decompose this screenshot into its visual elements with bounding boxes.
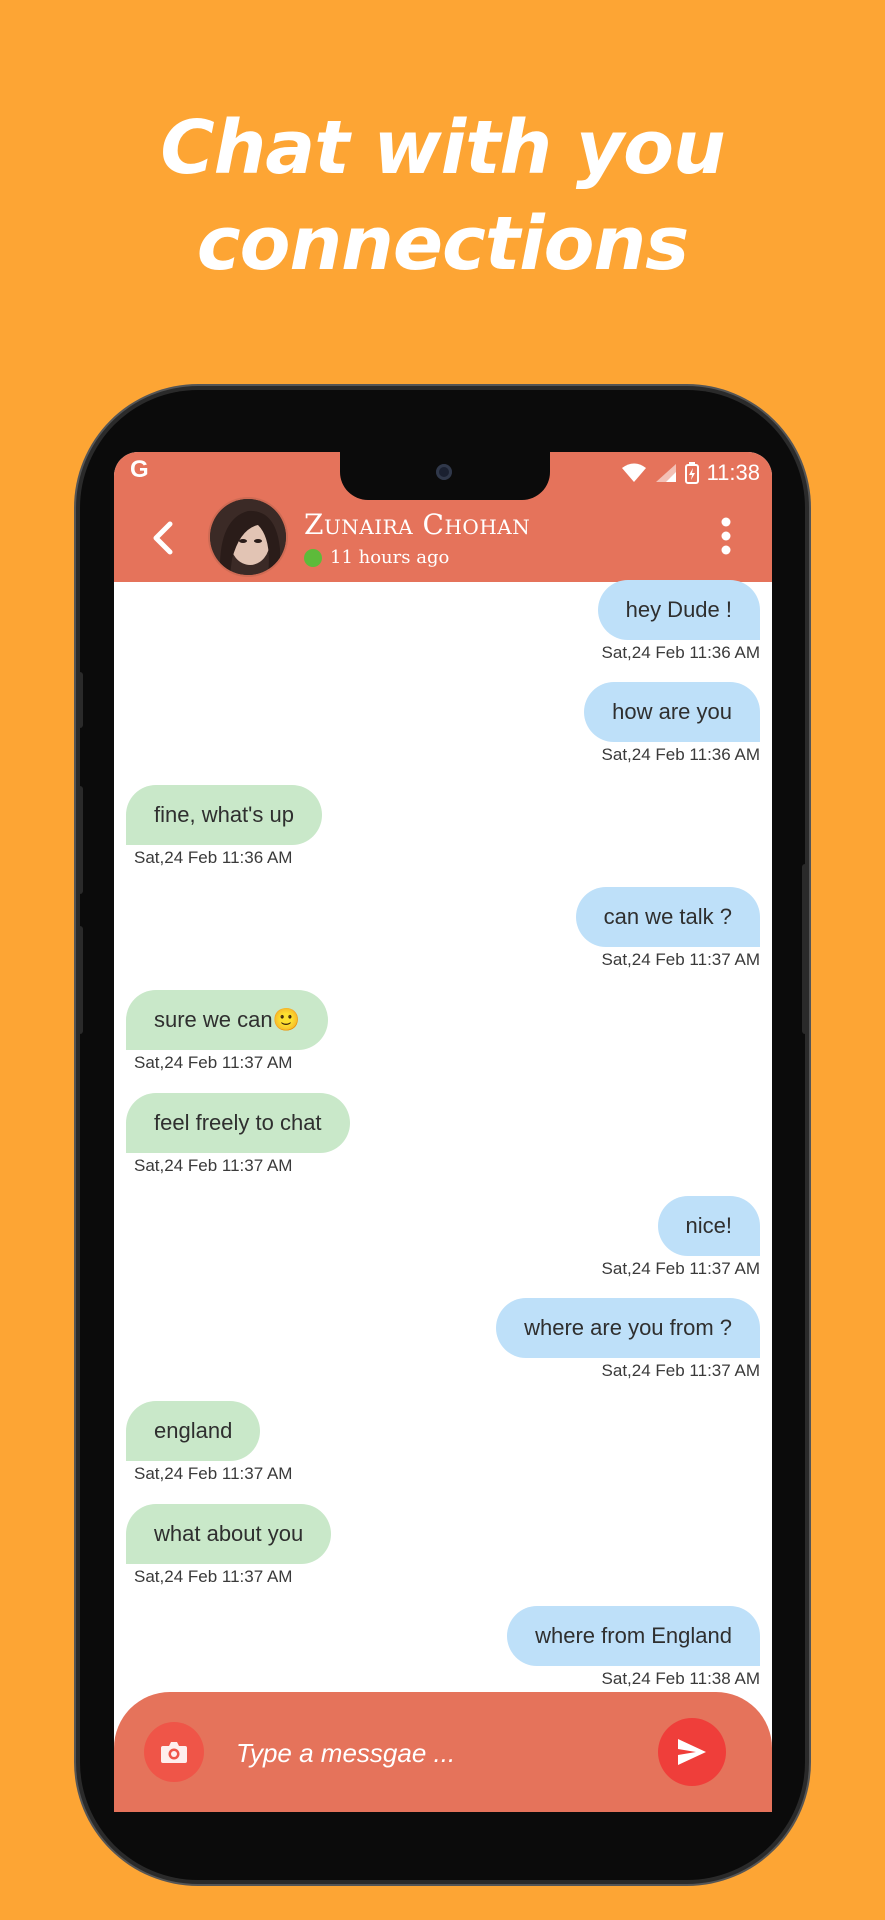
message-timestamp: Sat,24 Feb 11:36 AM [601,745,760,764]
camera-button[interactable] [144,1722,204,1782]
headline-line-1: Chat with you [160,105,725,191]
more-vertical-icon [721,517,731,555]
message-bubble[interactable]: where are you from ? [496,1298,760,1358]
avatar-photo [210,499,286,575]
message-bubble[interactable]: fine, what's up [126,785,322,845]
presence-status: 11 hours ago [304,547,449,568]
more-options-button[interactable] [720,516,732,556]
message-timestamp: Sat,24 Feb 11:37 AM [601,1361,760,1380]
message-bubble[interactable]: where from England [507,1606,760,1666]
message-input[interactable] [234,1724,618,1782]
headline-line-2: connections [196,201,689,287]
phone-power-button [802,864,809,1034]
message-bubble[interactable]: sure we can🙂 [126,990,329,1050]
camera-icon [161,1742,187,1763]
message-bubble[interactable]: england [126,1401,261,1461]
status-time: 11:38 [706,460,760,485]
last-seen-text: 11 hours ago [330,547,450,568]
message-timestamp: Sat,24 Feb 11:36 AM [601,643,760,662]
message-bubble[interactable]: nice! [657,1196,760,1256]
headline: Chat with you connections [0,100,885,292]
message-bubble[interactable]: what about you [126,1504,332,1564]
message-bubble[interactable]: hey Dude ! [597,580,760,640]
contact-name: Zunaira Chohan [304,508,531,541]
message-timestamp: Sat,24 Feb 11:37 AM [601,1259,760,1278]
message-list[interactable]: hey Dude ! Sat,24 Feb 11:36 AM how are y… [114,580,772,1688]
signal-icon [655,464,676,482]
chevron-left-icon [153,521,173,555]
wifi-icon [621,463,646,482]
message-timestamp: Sat,24 Feb 11:36 AM [134,848,293,867]
message-timestamp: Sat,24 Feb 11:37 AM [134,1567,293,1586]
camera-notch [340,452,550,500]
message-bubble[interactable]: feel freely to chat [126,1093,350,1153]
phone-volume-down-button [76,926,83,1034]
message-timestamp: Sat,24 Feb 11:37 AM [134,1053,293,1072]
battery-icon [684,462,699,484]
message-bubble[interactable]: can we talk ? [575,887,760,947]
message-composer [114,1692,772,1812]
phone-side-button [76,672,83,728]
online-status-icon [304,548,322,567]
message-timestamp: Sat,24 Feb 11:37 AM [134,1464,293,1483]
message-timestamp: Sat,24 Feb 11:37 AM [134,1156,293,1175]
message-timestamp: Sat,24 Feb 11:38 AM [601,1669,760,1688]
phone-volume-up-button [76,786,83,894]
chat-header: G 11:38 Zunaira Chohan 11 hours ago [114,452,772,582]
message-bubble[interactable]: how are you [584,682,760,742]
contact-avatar[interactable] [210,499,286,575]
front-camera [436,464,452,480]
phone-screen: G 11:38 Zunaira Chohan 11 hours ago hey … [114,452,772,1812]
send-icon [678,1739,706,1765]
google-icon: G [130,456,149,483]
back-button[interactable] [148,518,178,558]
send-button[interactable] [658,1718,726,1786]
status-icons: 11:38 [621,460,760,486]
message-timestamp: Sat,24 Feb 11:37 AM [601,950,760,969]
